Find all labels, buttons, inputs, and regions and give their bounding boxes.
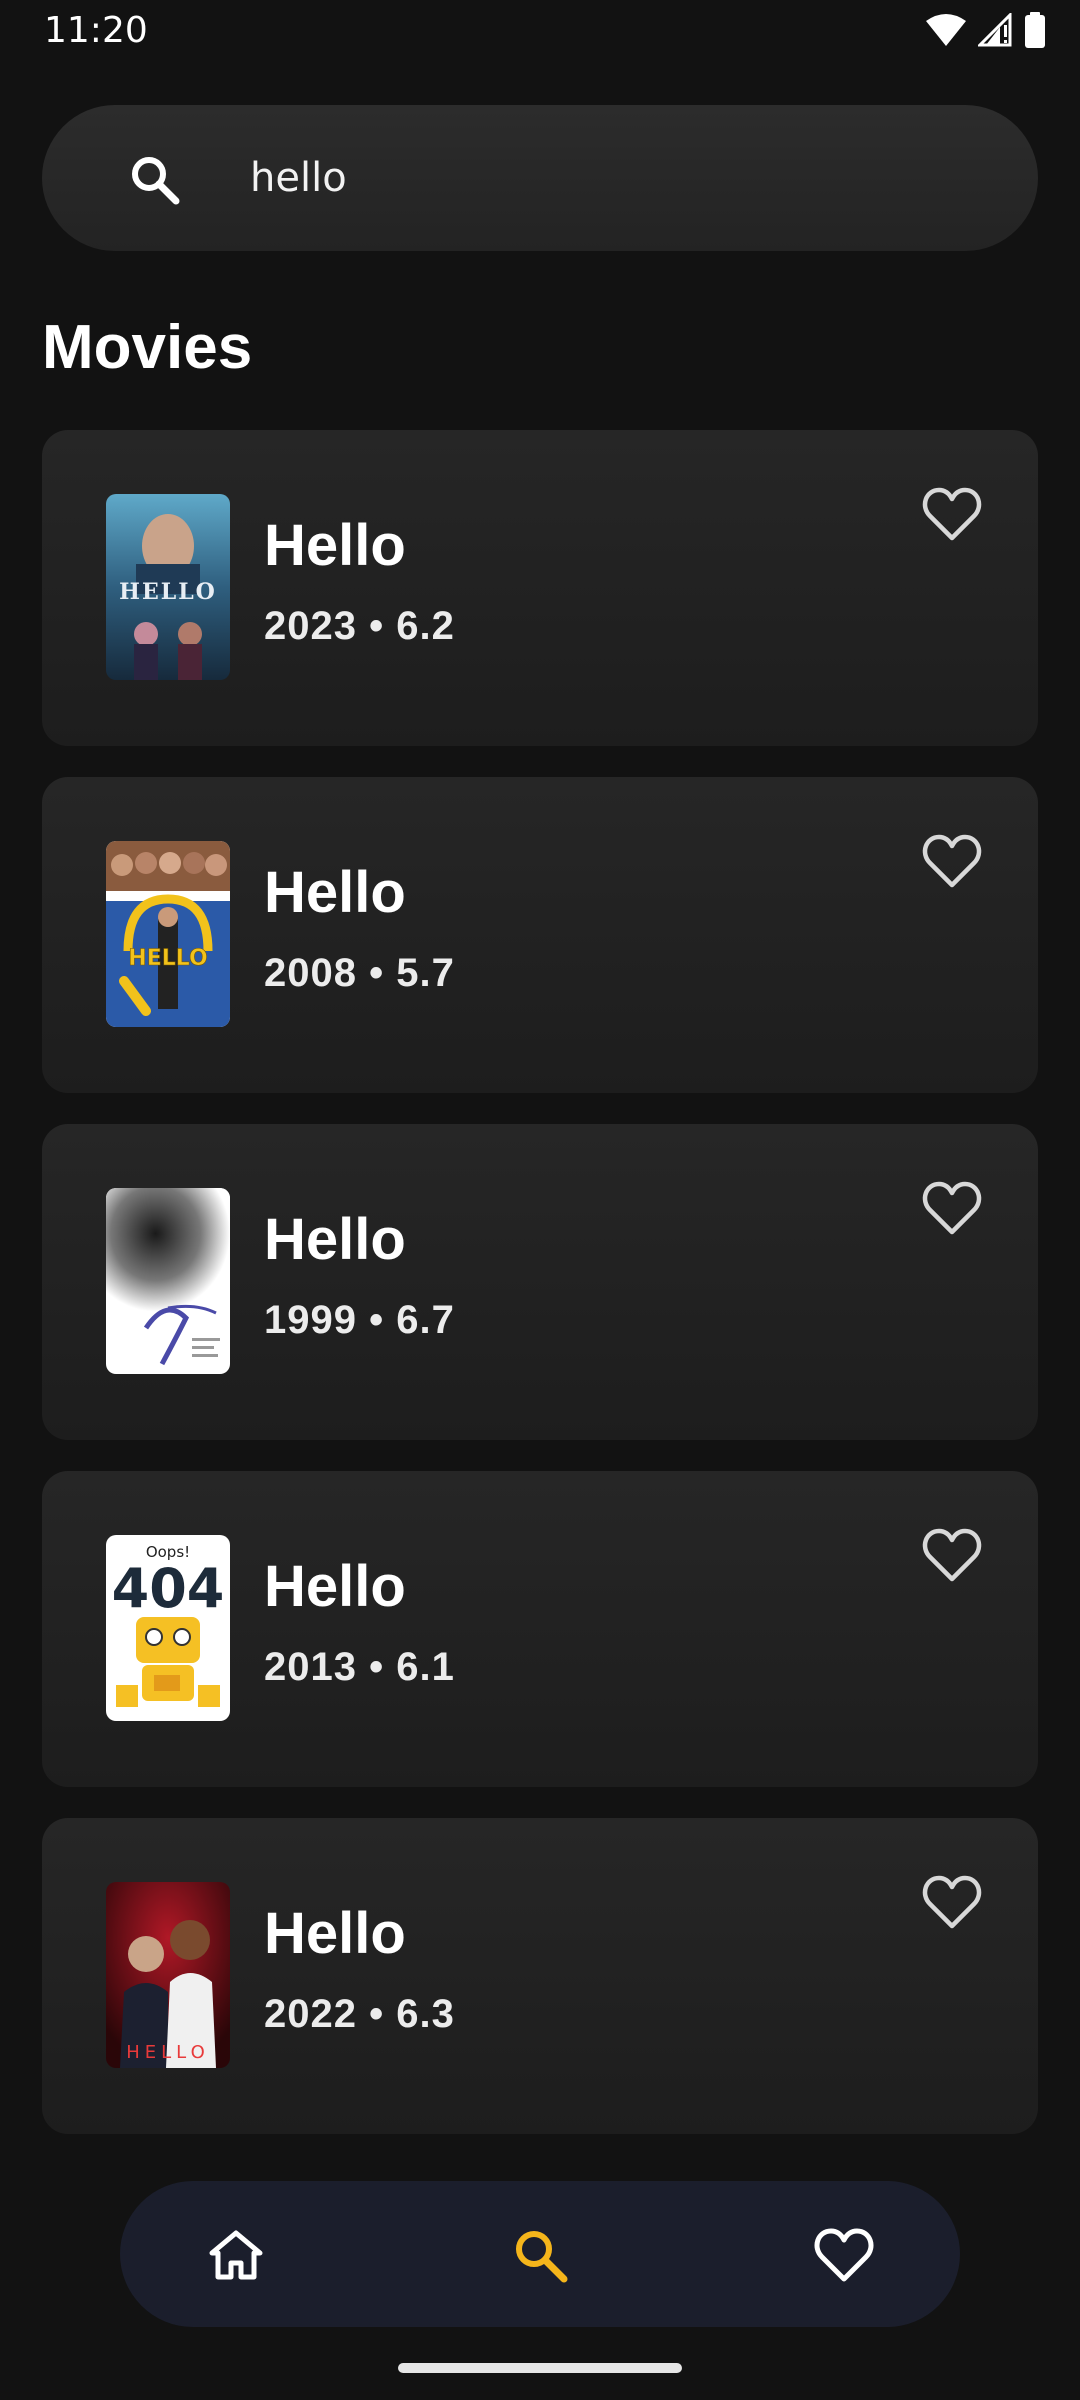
movie-card[interactable]: Oops! 404 Hello 2013 • 6.1 <box>42 1471 1038 1787</box>
poster-title-text: HELLO <box>128 946 207 971</box>
poster-title-text: HELLO <box>119 579 217 605</box>
search-input[interactable] <box>250 143 1010 213</box>
status-time: 11:20 <box>44 10 148 51</box>
heart-icon <box>922 1181 982 1235</box>
favorite-button[interactable] <box>922 1180 982 1236</box>
nav-favorites[interactable] <box>814 2225 874 2285</box>
bottom-navigation <box>120 2181 960 2327</box>
movie-title: Hello <box>264 1207 406 1272</box>
movie-meta: 2023 • 6.2 <box>264 604 455 648</box>
heart-icon <box>922 1528 982 1582</box>
movie-poster: HELLO <box>106 1882 230 2068</box>
movie-poster <box>106 1188 230 1374</box>
search-icon <box>516 2231 568 2283</box>
heart-icon <box>922 834 982 888</box>
heart-icon <box>922 487 982 541</box>
movie-meta: 2022 • 6.3 <box>264 1992 455 2036</box>
movie-card[interactable]: HELLO Hello 2022 • 6.3 <box>42 1818 1038 2134</box>
home-icon <box>209 2230 263 2280</box>
movie-card[interactable]: HELLO Hello 2023 • 6.2 <box>42 430 1038 746</box>
screen: 11:20 Movies <box>0 0 1080 2400</box>
movie-title: Hello <box>264 860 406 925</box>
movie-meta: 2008 • 5.7 <box>264 951 455 995</box>
movie-list: HELLO Hello 2023 • 6.2 HELLO Hello 2008 … <box>42 430 1038 2165</box>
nav-search[interactable] <box>510 2225 570 2285</box>
movie-card[interactable]: HELLO Hello 2008 • 5.7 <box>42 777 1038 1093</box>
heart-icon <box>922 1875 982 1929</box>
movie-poster: HELLO <box>106 841 230 1027</box>
favorite-button[interactable] <box>922 1874 982 1930</box>
movie-poster: Oops! 404 <box>106 1535 230 1721</box>
status-bar: 11:20 <box>0 0 1080 62</box>
nav-home[interactable] <box>206 2225 266 2285</box>
search-bar[interactable] <box>42 105 1038 251</box>
section-title: Movies <box>42 313 253 382</box>
movie-title: Hello <box>264 1554 406 1619</box>
heart-icon <box>814 2228 874 2282</box>
poster-title-text: HELLO <box>126 2042 210 2063</box>
movie-meta: 2013 • 6.1 <box>264 1645 455 1689</box>
favorite-button[interactable] <box>922 833 982 889</box>
wifi-icon <box>926 13 966 47</box>
poster-big-text: 404 <box>112 1557 225 1620</box>
movie-meta: 1999 • 6.7 <box>264 1298 455 1342</box>
movie-poster: HELLO <box>106 494 230 680</box>
cellular-signal-icon <box>978 13 1012 47</box>
movie-card[interactable]: Hello 1999 • 6.7 <box>42 1124 1038 1440</box>
home-indicator[interactable] <box>398 2363 682 2373</box>
favorite-button[interactable] <box>922 486 982 542</box>
search-icon <box>130 155 180 205</box>
movie-title: Hello <box>264 513 406 578</box>
battery-icon <box>1024 12 1046 48</box>
status-icons <box>926 12 1046 48</box>
favorite-button[interactable] <box>922 1527 982 1583</box>
movie-title: Hello <box>264 1901 406 1966</box>
